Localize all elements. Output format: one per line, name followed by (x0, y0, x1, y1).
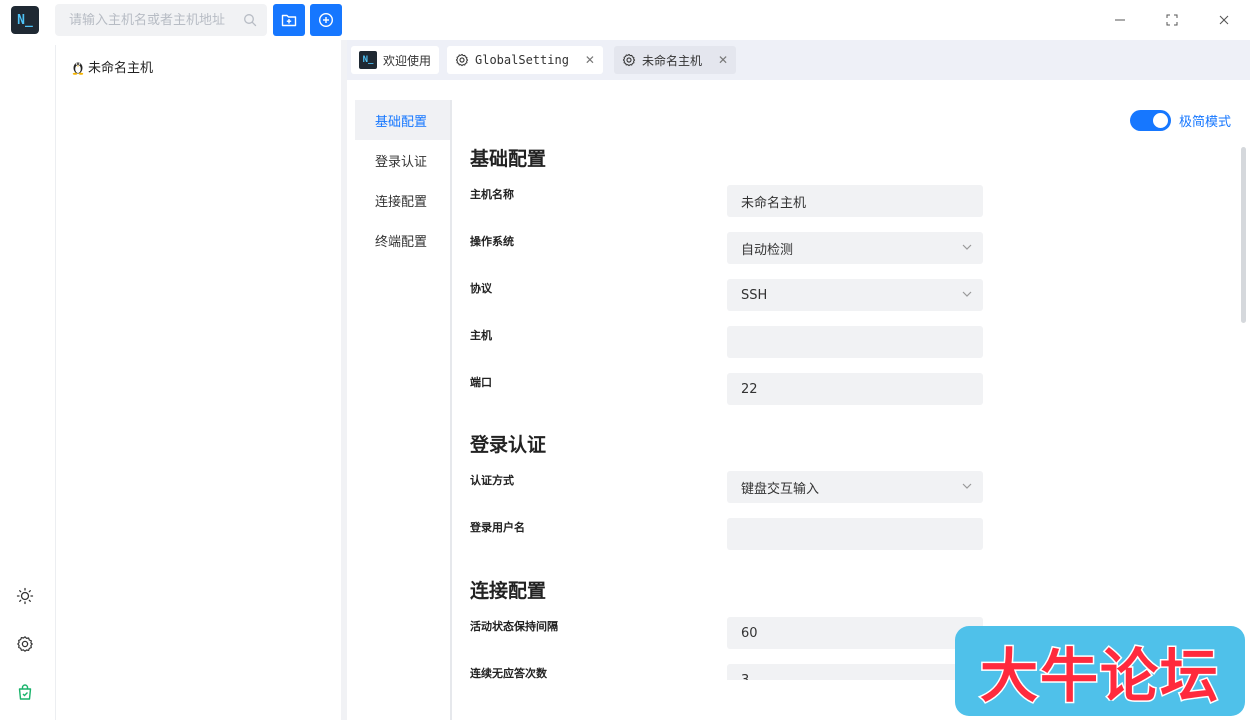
field-label-os: 操作系统 (470, 235, 514, 248)
maximize-button[interactable] (1160, 8, 1184, 32)
minimal-mode-toggle[interactable] (1129, 110, 1171, 131)
field-label-retry-count: 连续无应答次数 (470, 667, 547, 680)
settings-form: 基础配置 主机名称 未命名主机 操作系统 自动检测 协议 SSH 主机 端口 2… (470, 80, 990, 680)
host-tree: 未命名主机 (55, 45, 341, 720)
protocol-select[interactable]: SSH (727, 279, 983, 311)
field-label-auth-method: 认证方式 (470, 474, 514, 487)
app-logo[interactable]: N_ (11, 6, 39, 34)
icon-rail: N_ (0, 0, 50, 720)
nav-item-auth[interactable]: 登录认证 (355, 140, 450, 180)
nav-item-basic[interactable]: 基础配置 (355, 100, 450, 140)
tab-close-icon[interactable]: ✕ (585, 53, 595, 67)
tab-bar: N_ 欢迎使用 GlobalSetting ✕ 未命名主机 ✕ (347, 40, 1250, 80)
field-label-protocol: 协议 (470, 282, 492, 295)
field-label-host: 主机 (470, 329, 492, 342)
close-window-button[interactable] (1212, 8, 1236, 32)
tree-item-host[interactable]: 未命名主机 (71, 57, 153, 76)
keepalive-input[interactable]: 60 (727, 617, 983, 649)
settings-nav: 基础配置 登录认证 连接配置 终端配置 (355, 100, 450, 260)
host-search-box[interactable] (55, 4, 267, 36)
nav-item-terminal[interactable]: 终端配置 (355, 220, 450, 260)
minimize-button[interactable] (1108, 8, 1132, 32)
gear-icon (455, 53, 469, 67)
tab-close-icon[interactable]: ✕ (718, 53, 728, 67)
tab-welcome[interactable]: N_ 欢迎使用 (351, 46, 440, 74)
section-title-connection: 连接配置 (470, 580, 547, 602)
minimize-icon (1115, 19, 1125, 21)
plus-circle-icon (318, 12, 334, 28)
port-input[interactable]: 22 (727, 373, 983, 405)
tree-item-label: 未命名主机 (88, 61, 154, 76)
chevron-down-icon (962, 244, 972, 250)
field-label-username: 登录用户名 (470, 521, 525, 534)
tab-label: GlobalSetting (475, 53, 569, 67)
search-input[interactable] (69, 12, 239, 28)
sun-icon[interactable] (13, 584, 37, 608)
section-title-auth: 登录认证 (470, 434, 547, 456)
search-icon[interactable] (243, 13, 257, 31)
field-value: 未命名主机 (741, 195, 807, 211)
watermark-text: 大牛论坛 (978, 641, 1220, 712)
new-folder-button[interactable] (273, 4, 305, 36)
app-logo-icon: N_ (359, 51, 377, 69)
add-host-button[interactable] (310, 4, 342, 36)
nav-divider (450, 100, 452, 720)
field-value: 自动检测 (741, 242, 794, 258)
auth-method-select[interactable]: 键盘交互输入 (727, 471, 983, 503)
store-bag-icon[interactable] (13, 680, 37, 704)
field-value: 22 (741, 381, 758, 397)
username-input[interactable] (727, 518, 983, 550)
folder-plus-icon (281, 14, 297, 27)
section-title-basic: 基础配置 (470, 148, 547, 170)
tab-unnamed-host[interactable]: 未命名主机 ✕ (614, 46, 737, 74)
field-value: 60 (741, 625, 758, 641)
field-label-port: 端口 (470, 376, 492, 389)
field-value: 3 (741, 672, 750, 681)
os-select[interactable]: 自动检测 (727, 232, 983, 264)
chevron-down-icon (962, 291, 972, 297)
field-label-keepalive: 活动状态保持间隔 (470, 620, 558, 633)
maximize-icon (1166, 14, 1178, 26)
toggle-label: 极简模式 (1178, 115, 1231, 130)
settings-gear-icon[interactable] (13, 632, 37, 656)
linux-penguin-icon (72, 62, 84, 75)
field-value: SSH (741, 287, 768, 303)
host-address-input[interactable] (727, 326, 983, 358)
vertical-scrollbar[interactable] (1241, 147, 1246, 323)
host-settings-panel: 基础配置 登录认证 连接配置 终端配置 极简模式 基础配置 主机名称 未命名主机… (347, 80, 1250, 720)
tab-label: 欢迎使用 (383, 53, 432, 68)
chevron-down-icon (962, 483, 972, 489)
host-name-input[interactable]: 未命名主机 (727, 185, 983, 217)
field-value: 键盘交互输入 (741, 481, 820, 497)
retry-count-input[interactable]: 3 (727, 664, 983, 680)
minimal-mode-toggle-group: 极简模式 (1129, 110, 1231, 131)
nav-item-connection[interactable]: 连接配置 (355, 180, 450, 220)
close-icon (1219, 15, 1229, 25)
watermark-logo: 大牛论坛 (955, 626, 1245, 716)
gear-icon (622, 53, 636, 67)
toggle-knob (1152, 113, 1168, 128)
tab-label: 未命名主机 (642, 53, 703, 68)
tab-global-setting[interactable]: GlobalSetting ✕ (447, 46, 603, 74)
field-label-host-name: 主机名称 (470, 188, 514, 201)
